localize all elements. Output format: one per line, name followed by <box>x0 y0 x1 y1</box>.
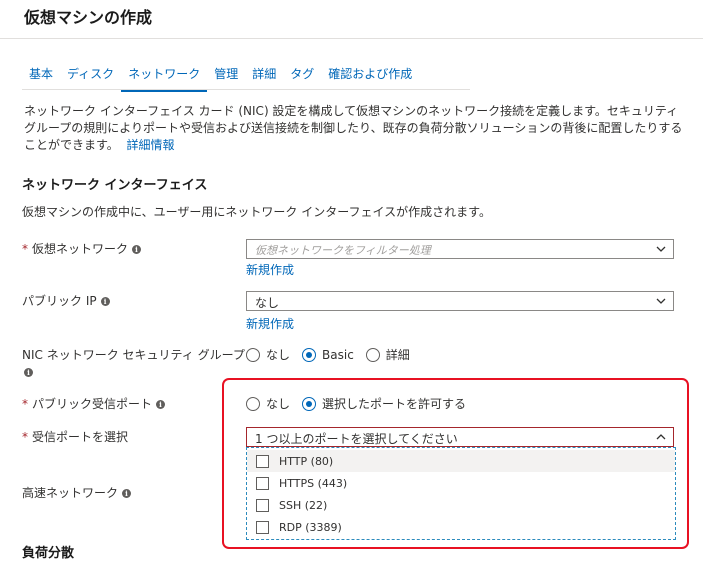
port-option-https[interactable]: HTTPS (443) <box>247 472 675 494</box>
accelerated-networking-label-text: 高速ネットワーク <box>22 486 119 500</box>
header-divider <box>0 38 703 39</box>
public-inbound-ports-label: * パブリック受信ポート i <box>22 395 166 412</box>
nsg-label: NIC ネットワーク セキュリティ グループ <box>22 348 245 362</box>
public-inbound-ports-radio-group: なし 選択したポートを許可する <box>246 395 478 412</box>
page-title: 仮想マシンの作成 <box>24 8 153 27</box>
public-inbound-ports-label-text: パブリック受信ポート <box>32 397 153 411</box>
checkbox-icon <box>256 498 269 512</box>
public-ip-label: パブリック IP i <box>22 292 110 309</box>
tab-advanced[interactable]: 詳細 <box>245 62 283 90</box>
vnet-label: * 仮想ネットワーク i <box>22 240 142 257</box>
info-icon[interactable]: i <box>122 489 132 498</box>
network-interface-subtitle: 仮想マシンの作成中に、ユーザー用にネットワーク インターフェイスが作成されます。 <box>22 205 491 219</box>
info-icon[interactable]: i <box>100 297 110 306</box>
port-option-http[interactable]: HTTP (80) <box>247 450 675 472</box>
tab-basics[interactable]: 基本 <box>22 62 60 90</box>
info-icon[interactable]: i <box>24 368 33 377</box>
inbound-option-allow-selected[interactable]: 選択したポートを許可する <box>302 395 466 412</box>
radio-icon <box>246 347 260 362</box>
vnet-select[interactable]: 仮想ネットワークをフィルター処理 <box>246 239 674 259</box>
tab-management[interactable]: 管理 <box>207 62 245 90</box>
network-interface-heading: ネットワーク インターフェイス <box>22 178 208 193</box>
public-ip-value: なし <box>255 296 280 310</box>
vnet-label-text: 仮想ネットワーク <box>32 242 129 256</box>
info-icon[interactable]: i <box>132 245 142 254</box>
public-ip-select[interactable]: なし <box>246 291 674 311</box>
vnet-placeholder: 仮想ネットワークをフィルター処理 <box>255 244 431 257</box>
radio-selected-icon <box>302 347 317 362</box>
port-option-rdp[interactable]: RDP (3389) <box>247 516 675 538</box>
description-text: ネットワーク インターフェイス カード (NIC) 設定を構成して仮想マシンのネ… <box>24 104 683 152</box>
checkbox-icon <box>256 520 269 534</box>
required-marker: * <box>22 242 28 256</box>
tab-tags[interactable]: タグ <box>283 62 321 90</box>
checkbox-icon <box>256 454 269 468</box>
required-marker: * <box>22 430 28 444</box>
inbound-ports-placeholder: 1 つ以上のポートを選択してください <box>255 432 458 446</box>
radio-icon <box>365 347 380 362</box>
required-marker: * <box>22 397 28 411</box>
inbound-ports-select[interactable]: 1 つ以上のポートを選択してください <box>246 427 674 447</box>
vnet-create-new-link[interactable]: 新規作成 <box>246 261 294 278</box>
radio-icon <box>246 396 260 411</box>
accelerated-networking-label: 高速ネットワーク i <box>22 484 132 501</box>
public-ip-create-new-link[interactable]: 新規作成 <box>246 315 294 332</box>
nsg-radio-group: なし Basic 詳細 <box>246 346 422 363</box>
nsg-option-none[interactable]: なし <box>246 346 290 363</box>
learn-more-link[interactable]: 詳細情報 <box>126 138 174 152</box>
nsg-option-advanced[interactable]: 詳細 <box>365 346 410 363</box>
load-balancing-heading: 負荷分散 <box>22 546 75 561</box>
description: ネットワーク インターフェイス カード (NIC) 設定を構成して仮想マシンのネ… <box>24 103 684 154</box>
tab-bar: 基本 ディスク ネットワーク 管理 詳細 タグ 確認および作成 <box>22 62 419 92</box>
select-inbound-ports-label: * 受信ポートを選択 <box>22 428 128 445</box>
checkbox-icon <box>256 476 269 490</box>
nsg-option-basic[interactable]: Basic <box>302 347 354 362</box>
chevron-down-icon <box>656 298 666 304</box>
radio-selected-icon <box>302 396 317 411</box>
port-option-ssh[interactable]: SSH (22) <box>247 494 675 516</box>
chevron-up-icon <box>656 434 666 440</box>
tab-networking[interactable]: ネットワーク <box>121 62 208 92</box>
tabs-divider <box>22 89 470 90</box>
tab-disks[interactable]: ディスク <box>60 62 121 90</box>
info-icon[interactable]: i <box>156 400 166 409</box>
chevron-down-icon <box>656 246 666 252</box>
tab-review-create[interactable]: 確認および作成 <box>321 62 419 90</box>
public-ip-label-text: パブリック IP <box>22 294 97 308</box>
inbound-option-none[interactable]: なし <box>246 395 290 412</box>
inbound-ports-dropdown: HTTP (80) HTTPS (443) SSH (22) RDP (3389… <box>246 447 676 540</box>
select-inbound-ports-label-text: 受信ポートを選択 <box>32 430 129 444</box>
